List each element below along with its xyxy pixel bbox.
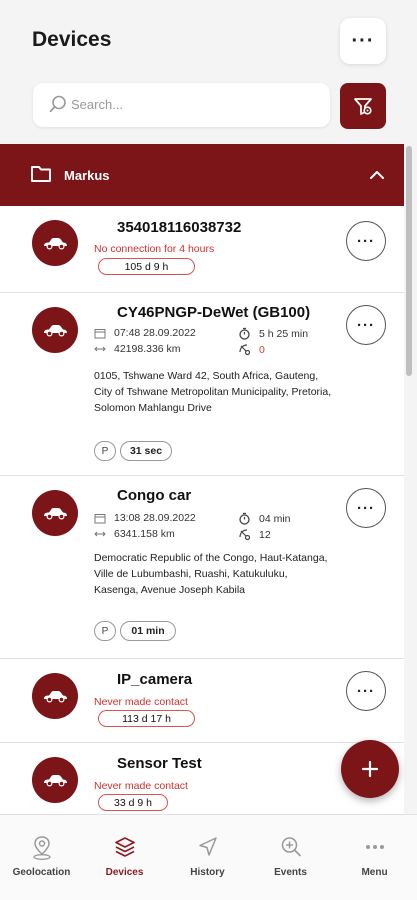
car-icon — [44, 238, 67, 250]
page-title: Devices — [32, 28, 112, 51]
nav-label: History — [190, 867, 225, 878]
car-icon — [44, 325, 67, 337]
state-duration-chip: 01 min — [120, 621, 176, 641]
search-placeholder: Search... — [71, 97, 124, 112]
device-more-button[interactable]: ··· — [346, 221, 386, 261]
car-icon — [44, 691, 67, 703]
satellite-text: 12 — [259, 528, 271, 541]
satellite-text: 0 — [259, 343, 265, 356]
calendar-icon — [94, 513, 106, 523]
connection-status: No connection for 4 hours — [94, 243, 215, 255]
nav-events[interactable]: Events — [249, 815, 332, 900]
plus-icon — [361, 760, 379, 778]
ellipsis-icon: ··· — [357, 499, 375, 517]
duration-text: 5 h 25 min — [259, 327, 309, 340]
last-update-time: 13:08 28.09.2022 — [94, 512, 196, 524]
stopwatch-icon — [239, 327, 250, 340]
device-avatar — [32, 220, 78, 266]
ellipsis-icon: ··· — [351, 29, 375, 52]
add-device-button[interactable] — [341, 740, 399, 798]
device-more-button[interactable]: ··· — [346, 305, 386, 345]
search-icon — [49, 95, 66, 113]
device-address: Democratic Republic of the Congo, Haut-K… — [94, 552, 328, 596]
app-header: Devices ··· Search... — [0, 0, 417, 140]
distance-text: 42198.336 km — [114, 343, 181, 355]
folder-icon — [31, 166, 51, 182]
device-name: CY46PNGP-DeWet (GB100) — [117, 304, 311, 321]
group-name: Markus — [64, 168, 110, 183]
ellipsis-icon: ··· — [357, 682, 375, 700]
nav-geolocation[interactable]: Geolocation — [0, 815, 83, 900]
nav-label: Devices — [105, 867, 144, 878]
device-name: Congo car — [117, 487, 192, 504]
filter-button[interactable] — [340, 83, 386, 129]
layers-icon — [115, 837, 135, 857]
duration-badge: 113 d 17 h — [98, 710, 195, 727]
zoom-plus-icon — [281, 837, 301, 857]
nav-history[interactable]: History — [166, 815, 249, 900]
satellite-count: 0 — [238, 343, 265, 356]
satellite-icon — [239, 529, 251, 541]
nav-label: Geolocation — [12, 867, 71, 878]
time-text: 07:48 28.09.2022 — [114, 327, 196, 339]
parking-state-chip: P — [94, 621, 116, 641]
nav-menu[interactable]: Menu — [333, 815, 416, 900]
device-address: 0105, Tshwane Ward 42, South Africa, Gau… — [94, 370, 332, 414]
connection-status: Never made contact — [94, 696, 188, 708]
stop-duration: 5 h 25 min — [238, 327, 308, 340]
device-name: IP_camera — [117, 671, 193, 688]
device-name: Sensor Test — [117, 755, 202, 772]
device-more-button[interactable]: ··· — [346, 488, 386, 528]
mileage: 42198.336 km — [94, 343, 181, 355]
nav-label: Events — [274, 867, 307, 878]
device-list: 354018116038732 No connection for 4 hour… — [0, 206, 404, 814]
satellite-count: 12 — [238, 528, 271, 541]
car-icon — [44, 775, 67, 787]
search-input[interactable]: Search... — [33, 83, 330, 127]
nav-label: Menu — [361, 867, 388, 878]
ellipsis-icon: ··· — [357, 232, 375, 250]
duration-text: 04 min — [259, 512, 291, 525]
bottom-navigation: Geolocation Devices History Events Menu — [0, 814, 417, 900]
state-duration-chip: 31 sec — [120, 441, 172, 461]
device-card[interactable]: IP_camera Never made contact 113 d 17 h … — [0, 659, 404, 743]
time-text: 13:08 28.09.2022 — [114, 512, 196, 524]
duration-badge: 105 d 9 h — [98, 258, 195, 275]
mileage: 6341.158 km — [94, 528, 175, 540]
nav-devices[interactable]: Devices — [83, 815, 166, 900]
distance-arrows-icon — [94, 346, 106, 352]
device-card[interactable]: 354018116038732 No connection for 4 hour… — [0, 206, 404, 293]
ellipsis-icon — [366, 845, 384, 849]
filter-settings-icon — [354, 98, 372, 115]
car-icon — [44, 508, 67, 520]
header-more-button[interactable]: ··· — [340, 18, 386, 64]
stop-duration: 04 min — [238, 512, 291, 525]
ellipsis-icon: ··· — [357, 316, 375, 334]
calendar-icon — [94, 328, 106, 338]
duration-badge: 33 d 9 h — [98, 794, 168, 811]
satellite-icon — [239, 344, 251, 356]
device-card[interactable]: Congo car 13:08 28.09.2022 6341.158 km 0… — [0, 476, 404, 659]
device-name: 354018116038732 — [117, 219, 242, 236]
device-card[interactable]: CY46PNGP-DeWet (GB100) 07:48 28.09.2022 … — [0, 293, 404, 476]
device-avatar — [32, 757, 78, 803]
parking-state-chip: P — [94, 441, 116, 461]
list-scrollbar[interactable] — [406, 146, 412, 376]
last-update-time: 07:48 28.09.2022 — [94, 327, 196, 339]
device-avatar — [32, 307, 78, 353]
device-avatar — [32, 673, 78, 719]
distance-text: 6341.158 km — [114, 528, 175, 540]
map-pin-icon — [33, 836, 51, 860]
device-more-button[interactable]: ··· — [346, 671, 386, 711]
connection-status: Never made contact — [94, 780, 188, 792]
group-header-markus[interactable]: Markus — [0, 144, 404, 206]
distance-arrows-icon — [94, 531, 106, 537]
chevron-up-icon[interactable] — [368, 166, 386, 184]
device-avatar — [32, 490, 78, 536]
navigation-arrow-icon — [199, 837, 217, 856]
stopwatch-icon — [239, 512, 250, 525]
